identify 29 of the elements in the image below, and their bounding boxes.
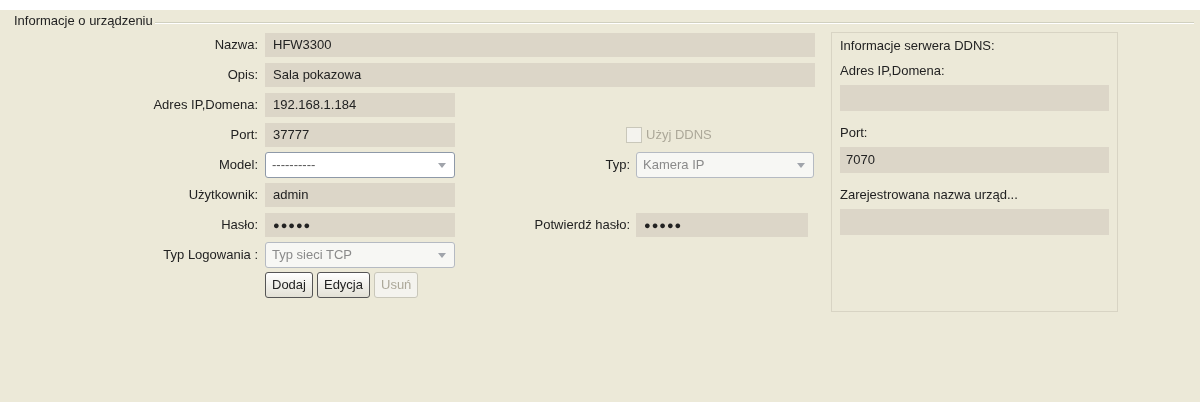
field-label: Adres IP,Domena: (152, 96, 258, 115)
caret-icon (438, 252, 446, 258)
field-label: Zarejestrowana nazwa urząd... (840, 186, 1019, 205)
input-field[interactable]: admin (265, 183, 455, 207)
field-label: Nazwa: (213, 36, 258, 55)
field-label: Typ Logowania : (162, 246, 258, 265)
field-label: Port: (229, 126, 258, 145)
field-label: Użytkownik: (187, 186, 258, 205)
input-field[interactable]: Sala pokazowa (265, 63, 815, 87)
input-field[interactable]: 192.168.1.184 (265, 93, 455, 117)
field-label: Hasło: (220, 216, 258, 235)
group-title: Informacje o urządzeniu (13, 12, 154, 31)
input-field[interactable]: 37777 (265, 123, 455, 147)
input-field[interactable]: HFW3300 (265, 33, 815, 57)
input-field[interactable]: ●●●●● (636, 213, 808, 237)
input-field[interactable]: ●●●●● (265, 213, 455, 237)
field-label: Adres IP,Domena: (840, 62, 946, 81)
action-button[interactable]: Dodaj (265, 272, 313, 298)
field-label: Opis: (226, 66, 258, 85)
caret-icon (438, 162, 446, 168)
panel-title: Informacje serwera DDNS: (840, 37, 996, 56)
field-label: Typ: (605, 157, 630, 173)
field-label: Model: (217, 156, 258, 175)
field-label: Potwierdź hasło: (534, 217, 630, 233)
input-field[interactable]: 7070 (840, 147, 1109, 173)
dropdown[interactable]: ---------- (265, 152, 455, 178)
caret-icon (797, 162, 805, 168)
field-label: Port: (840, 124, 869, 143)
action-button[interactable]: Edycja (316, 272, 370, 298)
